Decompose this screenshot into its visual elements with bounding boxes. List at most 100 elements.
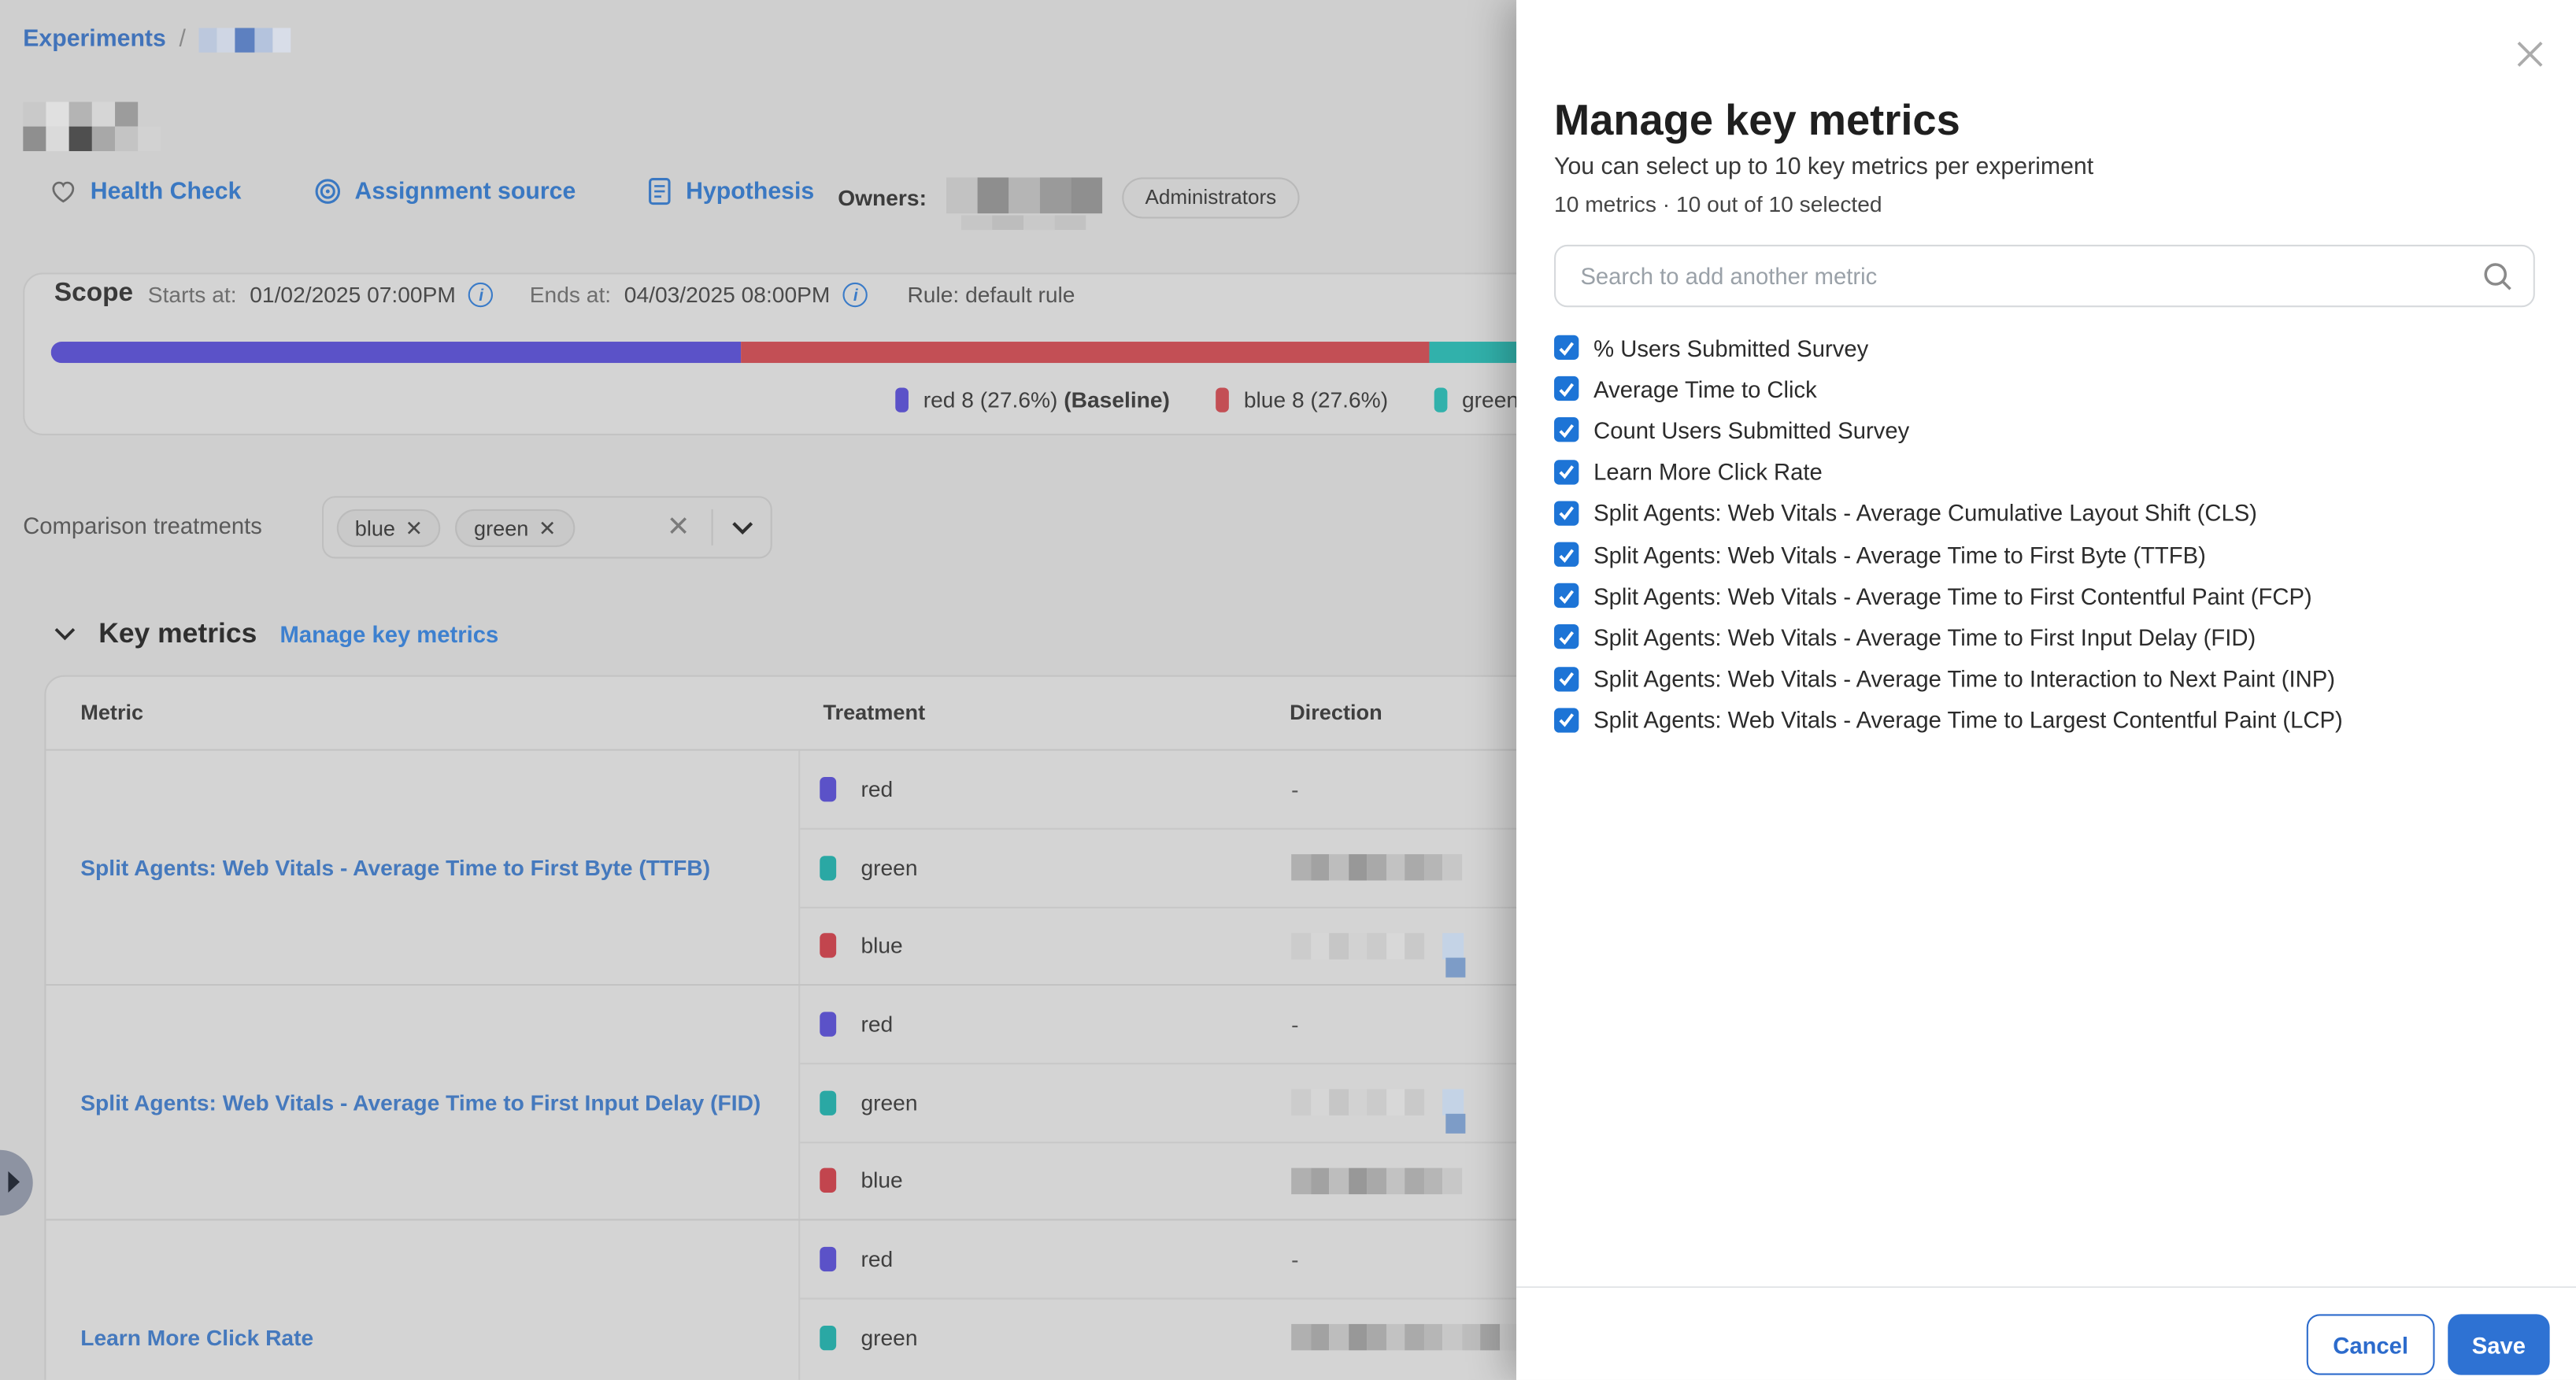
scope-meta: Starts at: 01/02/2025 07:00PM i Ends at:… bbox=[148, 283, 1075, 307]
metric-checkbox-item[interactable]: Split Agents: Web Vitals - Average Time … bbox=[1554, 616, 2540, 658]
chip-green-remove-icon[interactable]: ✕ bbox=[539, 516, 557, 538]
treatment-swatch-red bbox=[820, 777, 836, 801]
heart-icon bbox=[50, 178, 77, 204]
checkbox-checked-icon[interactable] bbox=[1554, 666, 1579, 690]
metric-checkbox-item[interactable]: Split Agents: Web Vitals - Average Cumul… bbox=[1554, 492, 2540, 534]
chip-green[interactable]: green ✕ bbox=[456, 509, 575, 546]
key-metrics-header: Key metrics Manage key metrics bbox=[54, 618, 498, 651]
save-button[interactable]: Save bbox=[2448, 1314, 2549, 1374]
collapse-chevron-icon[interactable] bbox=[54, 627, 76, 641]
app-window: Experiments / Health Check Assignment so… bbox=[0, 0, 2576, 1380]
direction-value: - bbox=[1291, 777, 1298, 801]
redacted-direction-value bbox=[1291, 1167, 1461, 1193]
metric-link[interactable]: Learn More Click Rate bbox=[80, 1325, 313, 1349]
treatment-name: red bbox=[861, 1012, 893, 1037]
ends-info-icon[interactable]: i bbox=[843, 283, 868, 307]
legend-swatch-green bbox=[1434, 387, 1448, 412]
checkbox-checked-icon[interactable] bbox=[1554, 335, 1579, 360]
metric-checkbox-label: Split Agents: Web Vitals - Average Time … bbox=[1593, 542, 2206, 568]
metric-checkbox-label: Average Time to Click bbox=[1593, 376, 1817, 401]
metric-link[interactable]: Split Agents: Web Vitals - Average Time … bbox=[80, 1090, 761, 1115]
treatment-swatch-blue bbox=[820, 1168, 836, 1193]
treatment-name: red bbox=[861, 1247, 893, 1271]
chip-green-label: green bbox=[474, 516, 528, 538]
treatment-name: blue bbox=[861, 1168, 902, 1193]
treatment-swatch-green bbox=[820, 1326, 836, 1350]
hypothesis-label: Hypothesis bbox=[686, 178, 814, 204]
starts-info-icon[interactable]: i bbox=[469, 283, 494, 307]
legend-item-red: red 8 (27.6%) (Baseline) bbox=[895, 387, 1170, 412]
ends-at-label: Ends at: bbox=[530, 283, 611, 307]
metric-checkbox-item[interactable]: Split Agents: Web Vitals - Average Time … bbox=[1554, 699, 2540, 741]
direction-value: - bbox=[1291, 1247, 1298, 1271]
treatment-name: red bbox=[861, 777, 893, 801]
assignment-source-link[interactable]: Assignment source bbox=[313, 177, 576, 205]
redacted-direction-value bbox=[1291, 1090, 1464, 1116]
legend-item-blue: blue 8 (27.6%) bbox=[1216, 387, 1388, 412]
metric-checkbox-label: % Users Submitted Survey bbox=[1593, 335, 1868, 361]
redacted-owner-name bbox=[946, 177, 1102, 213]
metric-cell: Split Agents: Web Vitals - Average Time … bbox=[80, 751, 786, 984]
breadcrumb-separator: / bbox=[180, 26, 186, 52]
checkbox-checked-icon[interactable] bbox=[1554, 583, 1579, 608]
metric-checkbox-item[interactable]: Split Agents: Web Vitals - Average Time … bbox=[1554, 658, 2540, 700]
assignment-source-label: Assignment source bbox=[354, 178, 576, 204]
checkbox-checked-icon[interactable] bbox=[1554, 376, 1579, 401]
metric-checkbox-label: Split Agents: Web Vitals - Average Time … bbox=[1593, 707, 2343, 733]
col-metric: Metric bbox=[80, 700, 143, 724]
col-treatment: Treatment bbox=[823, 700, 925, 724]
experiment-meta-links: Health Check Assignment source Hypothesi… bbox=[50, 177, 815, 205]
metric-checkbox-label: Split Agents: Web Vitals - Average Time … bbox=[1593, 665, 2335, 691]
checkbox-checked-icon[interactable] bbox=[1554, 418, 1579, 442]
redacted-page-title bbox=[23, 102, 161, 151]
metric-checkbox-item[interactable]: Split Agents: Web Vitals - Average Time … bbox=[1554, 534, 2540, 575]
owners-row: Owners: Administrators bbox=[838, 177, 1299, 230]
health-check-link[interactable]: Health Check bbox=[50, 178, 242, 204]
checkbox-checked-icon[interactable] bbox=[1554, 625, 1579, 649]
treatment-swatch-green bbox=[820, 856, 836, 880]
panel-title: Manage key metrics bbox=[1554, 95, 1960, 146]
close-icon[interactable] bbox=[2515, 39, 2545, 69]
comparison-treatments-select[interactable]: blue ✕ green ✕ ✕ bbox=[322, 496, 772, 558]
select-divider bbox=[712, 509, 713, 546]
treatment-name: green bbox=[861, 856, 917, 880]
metric-checkbox-item[interactable]: Split Agents: Web Vitals - Average Time … bbox=[1554, 575, 2540, 617]
metric-checkbox-item[interactable]: Learn More Click Rate bbox=[1554, 451, 2540, 493]
distribution-legend: red 8 (27.6%) (Baseline) blue 8 (27.6%) … bbox=[895, 387, 1621, 412]
sidebar-expander-button[interactable] bbox=[0, 1150, 33, 1215]
metric-search-input[interactable] bbox=[1577, 261, 2466, 291]
direction-value: - bbox=[1291, 1012, 1298, 1037]
redacted-direction-value bbox=[1291, 855, 1461, 881]
checkbox-checked-icon[interactable] bbox=[1554, 460, 1579, 484]
health-check-label: Health Check bbox=[91, 178, 242, 204]
metric-checkbox-item[interactable]: Average Time to Click bbox=[1554, 368, 2540, 410]
cancel-button[interactable]: Cancel bbox=[2307, 1314, 2435, 1374]
starts-at-value: 01/02/2025 07:00PM bbox=[250, 283, 456, 307]
checkbox-checked-icon[interactable] bbox=[1554, 501, 1579, 525]
metric-checkbox-item[interactable]: Count Users Submitted Survey bbox=[1554, 409, 2540, 451]
metric-link[interactable]: Split Agents: Web Vitals - Average Time … bbox=[80, 855, 710, 879]
manage-key-metrics-link[interactable]: Manage key metrics bbox=[280, 621, 499, 647]
administrators-badge: Administrators bbox=[1122, 177, 1299, 217]
chevron-down-icon[interactable] bbox=[731, 520, 754, 535]
breadcrumb-experiments-link[interactable]: Experiments bbox=[23, 26, 166, 52]
hypothesis-link[interactable]: Hypothesis bbox=[648, 177, 814, 205]
chip-blue[interactable]: blue ✕ bbox=[337, 509, 441, 546]
checkbox-checked-icon[interactable] bbox=[1554, 542, 1579, 567]
metric-checkbox-list: % Users Submitted Survey Average Time to … bbox=[1554, 327, 2540, 741]
search-icon[interactable] bbox=[2482, 261, 2514, 292]
chip-blue-label: blue bbox=[355, 516, 395, 538]
clear-selection-icon[interactable]: ✕ bbox=[660, 511, 696, 544]
metrics-count-text: 10 metrics · 10 out of 10 selected bbox=[1554, 192, 1882, 216]
bar-segment-red bbox=[51, 342, 740, 363]
metric-checkbox-item[interactable]: % Users Submitted Survey bbox=[1554, 327, 2540, 368]
redacted-experiment-name bbox=[199, 27, 291, 51]
metric-checkbox-label: Count Users Submitted Survey bbox=[1593, 417, 1909, 443]
chip-blue-remove-icon[interactable]: ✕ bbox=[405, 516, 424, 538]
treatment-swatch-red bbox=[820, 1012, 836, 1037]
panel-footer: Cancel Save bbox=[1516, 1286, 2576, 1380]
treatment-name: green bbox=[861, 1326, 917, 1350]
metric-checkbox-label: Learn More Click Rate bbox=[1593, 459, 1823, 485]
starts-at-label: Starts at: bbox=[148, 283, 237, 307]
checkbox-checked-icon[interactable] bbox=[1554, 708, 1579, 732]
